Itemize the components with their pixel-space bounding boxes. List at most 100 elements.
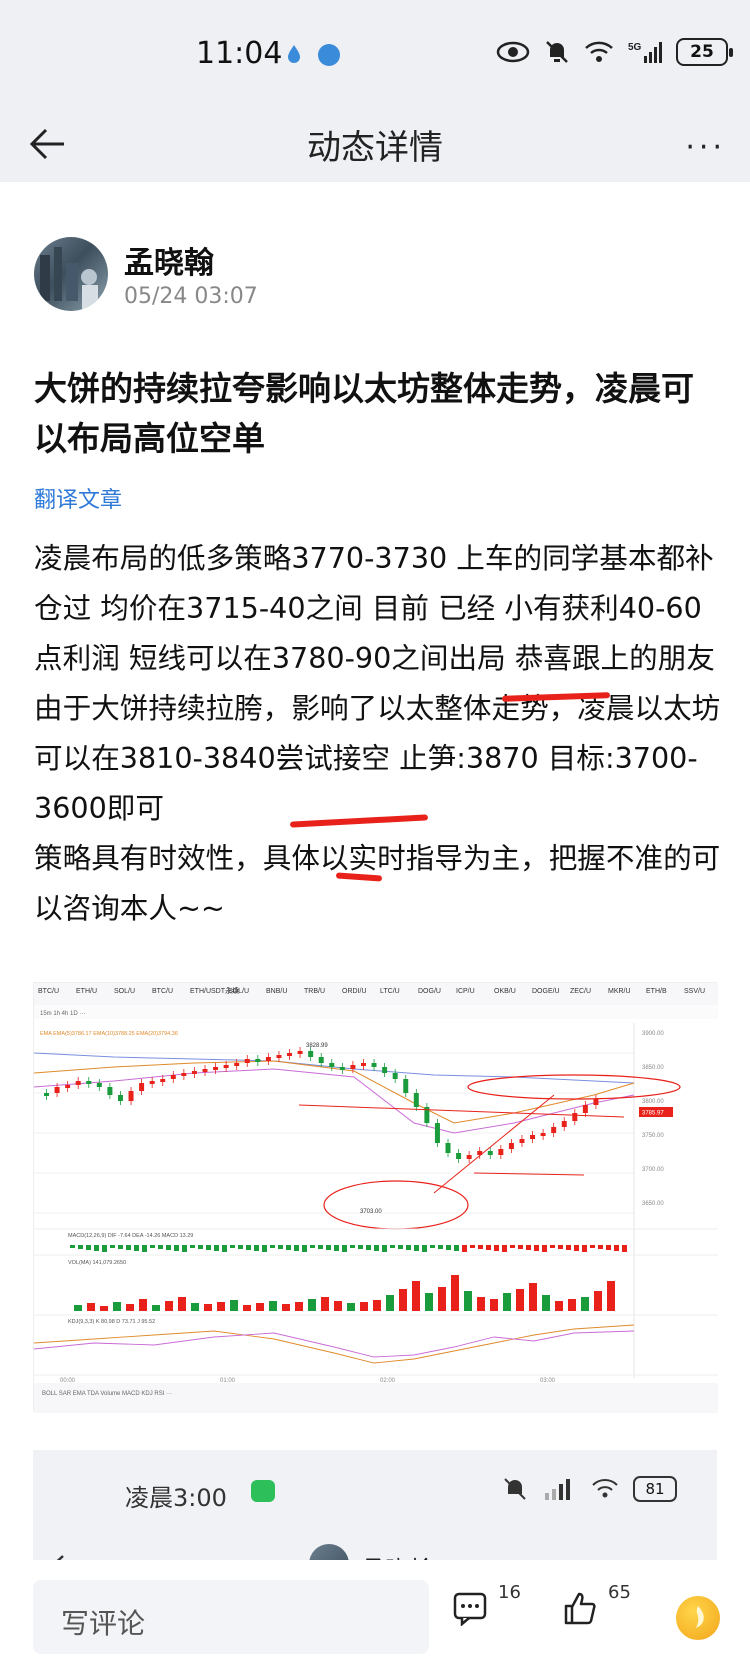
post-paragraph: 策略具有时效性，具体以实时指导为主，把握不准的可以咨询本人~~ xyxy=(34,841,721,925)
volume-bar xyxy=(542,1295,550,1311)
candle xyxy=(413,1093,419,1107)
ticker-label: MKR/U xyxy=(608,988,631,995)
volume-bar xyxy=(178,1297,186,1311)
macd-bar xyxy=(430,1245,435,1248)
top-nav: 动态详情 ··· xyxy=(0,112,750,182)
volume-bar xyxy=(373,1300,381,1311)
price-tick: 3900.00 xyxy=(642,1031,664,1037)
ticker-label: ICP/U xyxy=(456,988,475,995)
macd-bar xyxy=(246,1245,251,1250)
ticker-label: ORDI/U xyxy=(342,988,367,995)
volume-bar xyxy=(464,1291,472,1311)
volume-bar xyxy=(594,1291,602,1311)
candle xyxy=(540,1133,546,1136)
macd-bar xyxy=(606,1245,611,1250)
post-title: 大饼的持续拉夸影响以太坊整体走势，凌晨可以布局高位空单 xyxy=(34,369,694,458)
macd-bar xyxy=(286,1245,291,1250)
volume-bar xyxy=(386,1295,394,1311)
candle xyxy=(498,1149,504,1155)
candle xyxy=(234,1063,240,1066)
candle xyxy=(360,1063,366,1066)
ticker-label: TRB/U xyxy=(304,988,325,995)
volume-bar xyxy=(165,1301,173,1311)
macd-bar xyxy=(446,1245,451,1250)
price-tick: 3750.00 xyxy=(642,1133,664,1139)
price-tick: 3800.00 xyxy=(642,1099,664,1105)
drop-icon xyxy=(288,45,300,63)
post-paragraph: 凌晨布局的低多策略3770-3730 上车的同学基本都补仓过 均价在3715-4… xyxy=(34,541,715,675)
ticker-label: DOGE/U xyxy=(532,988,560,995)
macd-bar xyxy=(158,1245,163,1249)
macd-bar xyxy=(574,1245,579,1251)
current-price-tag: 3785.97 xyxy=(642,1111,664,1117)
candle xyxy=(265,1057,271,1061)
macd-bar xyxy=(86,1245,91,1250)
candle xyxy=(551,1127,557,1133)
macd-bar xyxy=(510,1245,515,1248)
macd-bar xyxy=(614,1245,619,1251)
macd-bar xyxy=(94,1245,99,1251)
candle xyxy=(86,1081,92,1084)
kline-chart-image[interactable]: BTC/U ETH/U SOL/U BTC/U ETH/USDT永续 SOL/U BNB/U… xyxy=(33,982,718,1413)
volume-bar xyxy=(451,1275,459,1311)
macd-bar xyxy=(110,1245,115,1248)
macd-bar xyxy=(422,1245,427,1252)
status-bar: 11:04 5G 25 xyxy=(0,0,750,112)
more-menu-button[interactable]: ··· xyxy=(685,130,726,165)
macd-bar xyxy=(294,1245,299,1251)
avatar[interactable] xyxy=(34,237,108,311)
macd-bar xyxy=(582,1245,587,1252)
bottom-action-bar: 写评论 16 65 xyxy=(0,1560,750,1666)
post-body: 凌晨布局的低多策略3770-3730 上车的同学基本都补仓过 均价在3715-4… xyxy=(34,533,724,933)
candle xyxy=(487,1151,493,1155)
macd-bar xyxy=(182,1245,187,1252)
app-notification-icon xyxy=(318,44,340,66)
candle xyxy=(139,1083,145,1091)
macd-bar xyxy=(310,1245,315,1248)
macd-bar xyxy=(526,1245,531,1250)
macd-readout: MACD(12,26,9) DIF -7.64 DEA -14.26 MACD … xyxy=(68,1233,193,1239)
candle xyxy=(287,1053,293,1056)
macd-bar xyxy=(222,1245,227,1252)
volume-bar xyxy=(230,1300,238,1311)
candle xyxy=(434,1123,440,1143)
reward-coin-icon[interactable] xyxy=(676,1596,720,1640)
candle xyxy=(117,1095,123,1101)
macd-bar xyxy=(398,1245,403,1249)
macd-bar xyxy=(262,1245,267,1252)
post-detail-page: 11:04 5G 25 动态详情 ··· 孟晓翰 05/24 03:07 大饼的… xyxy=(0,0,750,1666)
volume-bar xyxy=(74,1305,82,1311)
avatar-image xyxy=(40,247,98,311)
comment-icon xyxy=(453,1592,487,1627)
author-name[interactable]: 孟晓翰 xyxy=(124,238,214,282)
macd-bar xyxy=(238,1245,243,1249)
ema-readout: EMA EMA(5)3786.17 EMA(10)3788.25 EMA(20)… xyxy=(40,1031,178,1037)
comment-button[interactable]: 16 xyxy=(452,1582,521,1630)
candle xyxy=(456,1153,462,1159)
comment-input[interactable]: 写评论 xyxy=(33,1580,429,1654)
volume-bar xyxy=(217,1302,225,1311)
candle xyxy=(371,1063,377,1067)
mute-bell-icon xyxy=(504,1478,526,1500)
macd-bar xyxy=(438,1245,443,1249)
candle xyxy=(530,1135,536,1139)
comment-count: 16 xyxy=(498,1582,521,1603)
volume-bar xyxy=(308,1299,316,1311)
translate-link[interactable]: 翻译文章 xyxy=(34,482,122,514)
macd-bar xyxy=(214,1245,219,1251)
macd-bar xyxy=(390,1245,395,1248)
ticker-label: LTC/U xyxy=(380,988,400,995)
candle xyxy=(202,1069,208,1072)
macd-bar xyxy=(230,1245,235,1248)
macd-bar xyxy=(254,1245,259,1251)
macd-bar xyxy=(486,1245,491,1250)
like-button[interactable]: 65 xyxy=(562,1582,631,1630)
kdj-readout: KDJ(9,3,3) K 80.98 D 73.71 J 95.52 xyxy=(68,1319,155,1325)
volume-bar xyxy=(529,1283,537,1311)
candle xyxy=(54,1087,60,1093)
candle xyxy=(392,1073,398,1079)
volume-bar xyxy=(113,1302,121,1311)
candle xyxy=(297,1051,303,1054)
post-paragraph: 由于大饼持续拉胯，影响了以太整体走势，凌晨以太坊可以在3810-3840尝试接空… xyxy=(34,691,721,825)
embedded-status-icons: 81 xyxy=(503,1476,677,1502)
